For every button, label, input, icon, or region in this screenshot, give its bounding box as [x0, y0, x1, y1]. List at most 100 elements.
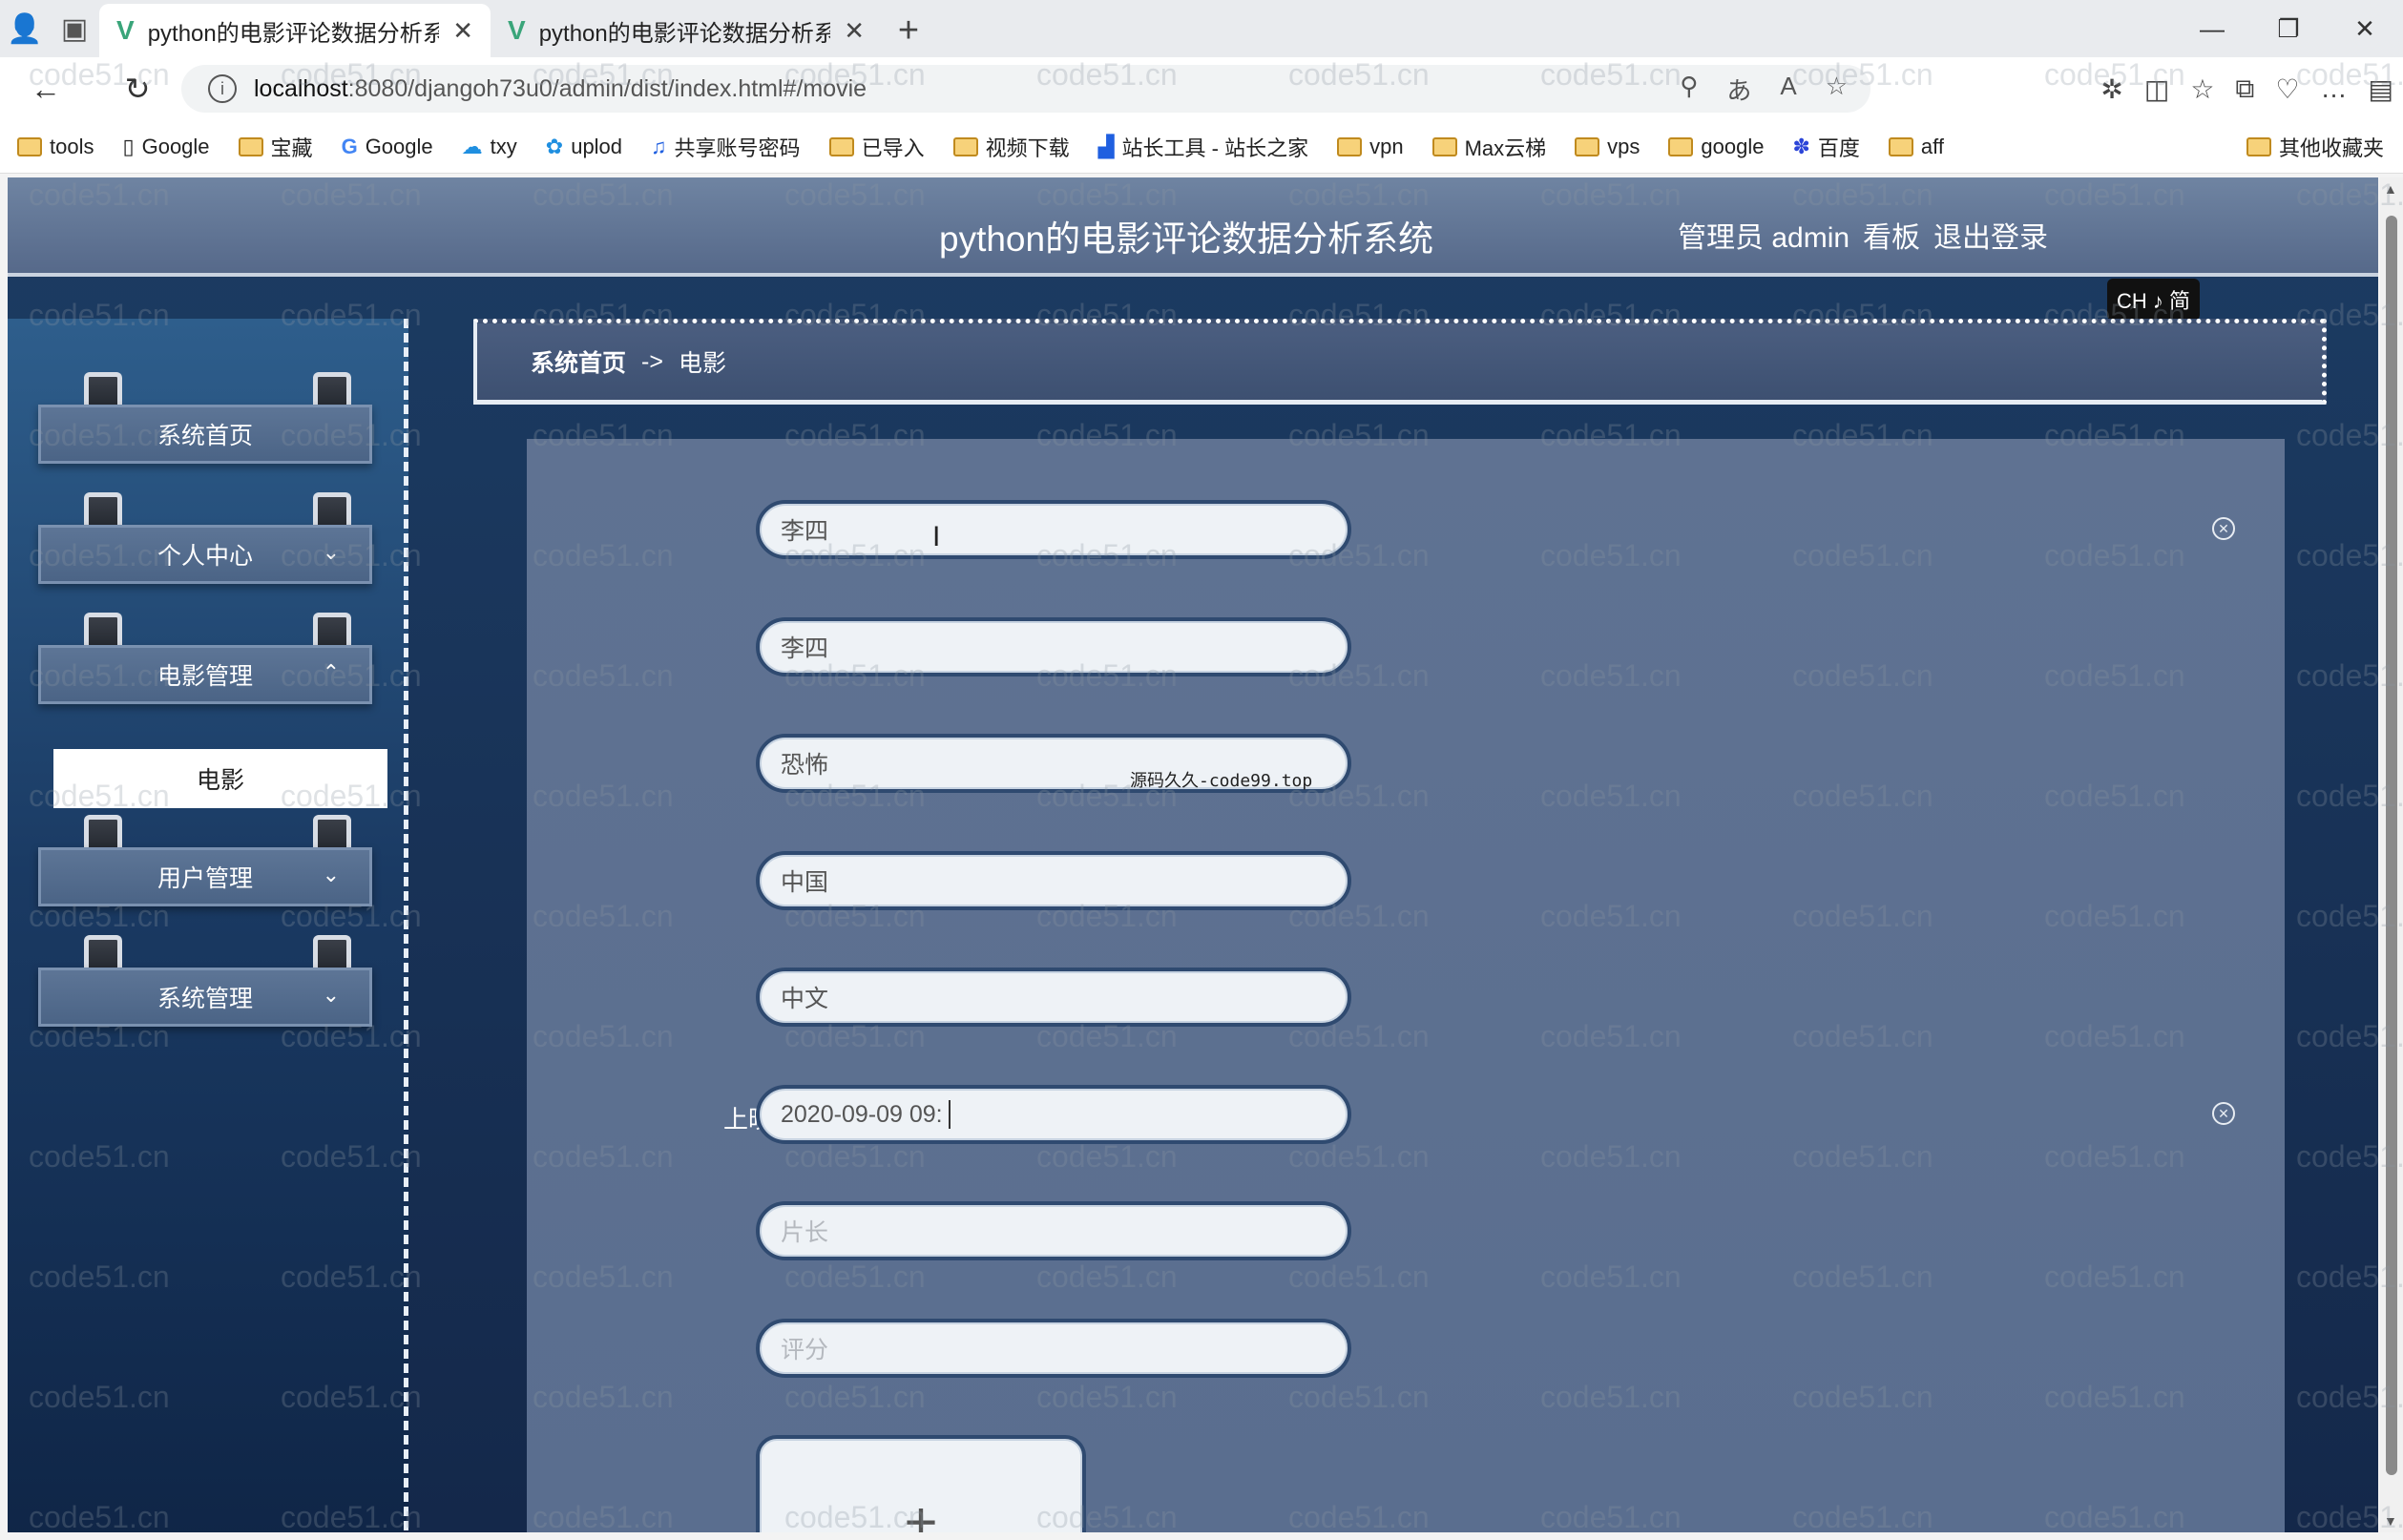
bookmark-max[interactable]: Max云梯 — [1431, 132, 1547, 162]
back-button[interactable]: ← — [17, 60, 74, 117]
chevron-down-icon: ⌄ — [322, 863, 340, 886]
bookmark-vpn[interactable]: vpn — [1337, 135, 1404, 159]
bookmark-aff[interactable]: aff — [1888, 135, 1944, 159]
read-aloud-icon[interactable]: A — [1780, 72, 1796, 107]
bookmark-label: 站长工具 - 站长之家 — [1121, 135, 1309, 160]
region-input[interactable]: 中国 — [756, 851, 1351, 910]
bookmark-txy[interactable]: ☁ txy — [462, 135, 517, 159]
tab-actions-icon[interactable]: ▣ — [50, 0, 99, 57]
bookmark-video-download[interactable]: 视频下载 — [952, 132, 1070, 162]
genre-value: 恐怖 — [781, 752, 829, 779]
form-row-genre: 类型 恐怖 源码久久-code99.top — [527, 734, 2285, 795]
bookmark-label: Max云梯 — [1464, 135, 1547, 160]
region-value: 中国 — [781, 869, 829, 896]
chevron-down-icon: ⌄ — [322, 983, 340, 1007]
favorite-star-icon[interactable]: ☆ — [1826, 72, 1848, 107]
bookmark-google[interactable]: G Google — [342, 135, 433, 159]
plus-icon: + — [904, 1490, 938, 1532]
url-field[interactable]: i localhost:8080/djangoh73u0/admin/dist/… — [181, 65, 1870, 113]
more-icon[interactable]: … — [2321, 73, 2348, 104]
page-scrollbar[interactable]: ▲ ▼ — [2380, 177, 2403, 1532]
close-icon[interactable]: ✕ — [452, 16, 473, 46]
scroll-thumb[interactable] — [2386, 216, 2397, 1475]
board-link[interactable]: 看板 — [1863, 214, 1920, 256]
app-container: python的电影评论数据分析系统 管理员 admin 看板 退出登录 CH ♪… — [8, 177, 2378, 1532]
browser-tab-2[interactable]: V python的电影评论数据分析系统 ✕ — [491, 4, 882, 57]
language-value: 中文 — [781, 986, 829, 1012]
bookmark-label: vps — [1607, 134, 1640, 158]
health-icon[interactable]: ♡ — [2275, 73, 2299, 105]
form-row-rating: 评分 评分 — [527, 1319, 2285, 1380]
bookmark-baidu[interactable]: ✽ 百度 — [1792, 132, 1859, 162]
director-value: 李四 — [781, 518, 829, 545]
rating-placeholder: 评分 — [781, 1337, 829, 1363]
close-icon[interactable]: ✕ — [844, 16, 865, 46]
minimize-icon[interactable]: — — [2174, 0, 2250, 57]
folder-icon — [1888, 136, 1913, 156]
clear-icon[interactable]: ✕ — [2212, 517, 2235, 540]
profile-icon[interactable]: 👤 — [0, 0, 50, 57]
sidebar-item-label: 用户管理 — [157, 865, 253, 892]
folder-icon — [2246, 137, 2271, 156]
page-icon: ▯ — [122, 134, 135, 158]
bookmark-chinaz[interactable]: ▟ 站长工具 - 站长之家 — [1098, 132, 1308, 162]
bookmark-uplod[interactable]: ✿ uplod — [546, 135, 622, 159]
clear-icon[interactable]: ✕ — [2212, 1102, 2235, 1125]
split-screen-icon[interactable]: ◫ — [2144, 73, 2169, 105]
breadcrumb-separator: -> — [641, 347, 663, 375]
vue-logo-icon: V — [508, 15, 526, 45]
sidebar-subitem-movie[interactable]: 电影 — [53, 749, 387, 808]
favorites-icon[interactable]: ☆ — [2190, 73, 2214, 105]
current-user: 管理员 admin — [1678, 222, 1850, 254]
sidebar-toggle-icon[interactable]: ▤ — [2369, 73, 2393, 105]
browser-tab-1[interactable]: V python的电影评论数据分析系统 ✕ — [99, 4, 491, 57]
cloud-icon: ☁ — [461, 134, 483, 158]
app-header: python的电影评论数据分析系统 管理员 admin 看板 退出登录 — [8, 177, 2378, 277]
rating-input[interactable]: 评分 — [756, 1319, 1351, 1378]
vue-logo-icon: V — [116, 15, 135, 45]
scroll-up-icon[interactable]: ▲ — [2384, 181, 2397, 197]
bookmark-imported[interactable]: 已导入 — [828, 132, 925, 162]
close-window-icon[interactable]: ✕ — [2327, 0, 2403, 57]
translate-icon[interactable]: あ — [1726, 72, 1751, 107]
reload-button[interactable]: ↻ — [109, 60, 166, 117]
sidebar-item-users[interactable]: 用户管理 ⌄ — [38, 815, 372, 906]
bookmark-google-folder[interactable]: google — [1668, 135, 1764, 159]
release-date-input[interactable]: 2020-09-09 09: — [756, 1085, 1351, 1144]
sidebar-item-system[interactable]: 系统管理 ⌄ — [38, 935, 372, 1027]
window-controls: — ❐ ✕ — [2174, 0, 2403, 57]
bookmark-vps[interactable]: vps — [1575, 135, 1640, 159]
duration-input[interactable]: 片长 — [756, 1201, 1351, 1260]
duration-placeholder: 片长 — [781, 1219, 829, 1246]
sidebar-item-profile[interactable]: 个人中心 ⌄ — [38, 492, 372, 584]
sidebar-item-home[interactable]: 系统首页 — [38, 372, 372, 464]
bookmark-label: uplod — [571, 134, 623, 158]
info-icon[interactable]: i — [208, 74, 237, 103]
logout-link[interactable]: 退出登录 — [1933, 214, 2048, 256]
bookmark-shared-accounts[interactable]: ♫ 共享账号密码 — [651, 132, 801, 162]
folder-icon — [1337, 136, 1363, 156]
director-input[interactable]: 李四 — [756, 500, 1351, 559]
bookmark-label: 共享账号密码 — [674, 135, 801, 160]
key-icon[interactable]: ⚲ — [1680, 72, 1698, 107]
writer-input[interactable]: 李四 — [756, 617, 1351, 676]
chevron-down-icon: ⌄ — [322, 540, 340, 564]
breadcrumb: 系统首页 -> 电影 — [473, 319, 2327, 405]
scroll-down-icon[interactable]: ▼ — [2384, 1513, 2397, 1529]
language-input[interactable]: 中文 — [756, 968, 1351, 1027]
sidebar-item-movie-management[interactable]: 电影管理 ⌃ — [38, 613, 372, 704]
bookmark-baozang[interactable]: 宝藏 — [238, 132, 313, 162]
extensions-icon[interactable]: ✲ — [2100, 73, 2122, 105]
bookmark-other-favorites[interactable]: 其他收藏夹 — [2246, 120, 2384, 174]
collections-icon[interactable]: ⧉ — [2235, 73, 2254, 105]
bookmark-label: 视频下载 — [985, 135, 1070, 160]
google-icon: G — [341, 134, 358, 158]
new-tab-button[interactable]: + — [882, 4, 935, 57]
sidebar-item-label: 电影管理 — [157, 663, 253, 690]
bookmark-tools[interactable]: tools — [17, 135, 94, 159]
restore-icon[interactable]: ❐ — [2250, 0, 2327, 57]
form-row-director: 导演 李四 I ✕ — [527, 500, 2285, 561]
bookmark-google-page[interactable]: ▯ Google — [122, 135, 209, 159]
breadcrumb-home[interactable]: 系统首页 — [531, 344, 626, 379]
cover-upload[interactable]: + — [756, 1435, 1086, 1532]
